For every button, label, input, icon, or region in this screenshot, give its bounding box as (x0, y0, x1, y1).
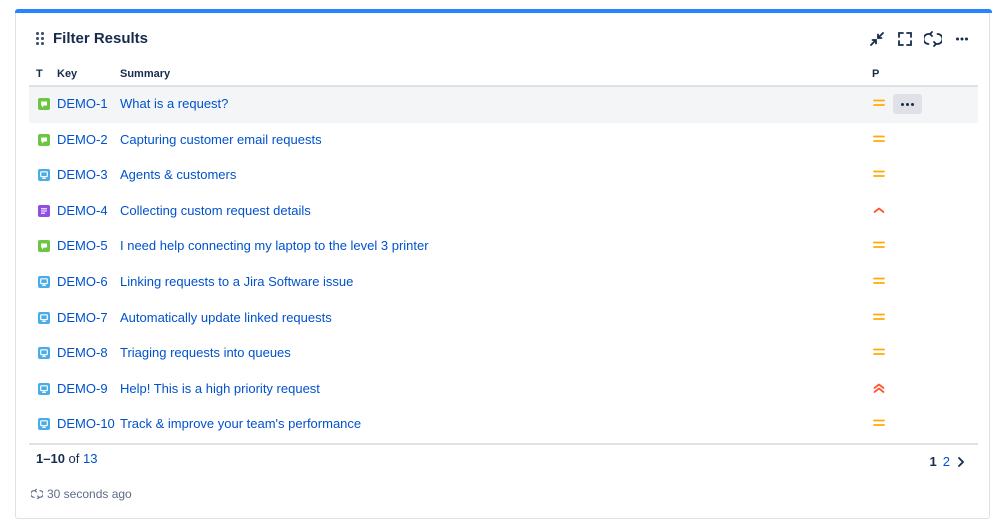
issue-key-link[interactable]: DEMO-2 (57, 131, 108, 148)
issue-key-link[interactable]: DEMO-6 (57, 273, 108, 290)
issue-summary-link[interactable]: I need help connecting my laptop to the … (120, 237, 429, 254)
priority-medium-icon (872, 416, 886, 430)
request-type-icon (38, 418, 50, 431)
column-type[interactable]: T (36, 68, 43, 80)
request-type-icon (38, 347, 50, 360)
issue-key-link[interactable]: DEMO-7 (57, 309, 108, 326)
table-row[interactable]: DEMO-1 What is a request? (29, 85, 978, 123)
issue-key-link[interactable]: DEMO-9 (57, 380, 108, 397)
last-refreshed: 30 seconds ago (31, 487, 132, 501)
result-total-link[interactable]: 13 (83, 451, 97, 466)
request-type-icon (38, 240, 50, 253)
priority-medium-icon (872, 238, 886, 252)
table-row[interactable]: DEMO-2 Capturing customer email requests (29, 123, 978, 159)
request-type-icon (38, 275, 50, 288)
priority-medium-icon (872, 310, 886, 324)
request-type-icon (38, 98, 50, 110)
issue-key-link[interactable]: DEMO-8 (57, 344, 108, 361)
refresh-icon[interactable] (923, 29, 943, 49)
results-table: DEMO-1 What is a request? DEMO-2 Capturi… (29, 85, 978, 443)
column-priority[interactable]: P (872, 68, 879, 80)
drag-handle-icon[interactable] (36, 32, 46, 46)
result-range: 1–10 (36, 451, 65, 466)
issue-key-link[interactable]: DEMO-5 (57, 237, 108, 254)
request-type-icon (38, 133, 50, 146)
priority-medium-icon (872, 274, 886, 288)
priority-highest-icon (872, 381, 886, 395)
issue-key-link[interactable]: DEMO-10 (57, 415, 115, 432)
request-type-icon (38, 204, 50, 217)
request-type-icon (38, 169, 50, 182)
page-1[interactable]: 1 (930, 454, 937, 469)
row-actions-button[interactable] (893, 94, 922, 114)
issue-summary-link[interactable]: Help! This is a high priority request (120, 380, 320, 397)
issue-summary-link[interactable]: Capturing customer email requests (120, 131, 322, 148)
column-summary[interactable]: Summary (120, 68, 170, 80)
priority-medium-icon (872, 345, 886, 359)
gadget-header: Filter Results (16, 29, 989, 51)
issue-summary-link[interactable]: Automatically update linked requests (120, 309, 332, 326)
issue-key-link[interactable]: DEMO-3 (57, 166, 108, 183)
priority-medium-icon (872, 96, 886, 110)
column-key[interactable]: Key (57, 68, 77, 80)
issue-summary-link[interactable]: Triaging requests into queues (120, 344, 291, 361)
issue-summary-link[interactable]: Track & improve your team's performance (120, 415, 361, 432)
issue-key-link[interactable]: DEMO-4 (57, 202, 108, 219)
priority-medium-icon (872, 167, 886, 181)
filter-results-gadget: Filter Results T Key Summary P DEMO-1 Wh… (15, 9, 992, 519)
request-type-icon (38, 311, 50, 324)
priority-high-icon (872, 203, 886, 217)
pagination: 1 2 (930, 454, 966, 469)
issue-key-link[interactable]: DEMO-1 (57, 95, 108, 112)
page-2[interactable]: 2 (943, 454, 950, 469)
issue-summary-link[interactable]: Linking requests to a Jira Software issu… (120, 273, 353, 290)
table-row[interactable]: DEMO-9 Help! This is a high priority req… (29, 372, 978, 408)
result-count: 1–10 of 13 (36, 451, 97, 466)
request-type-icon (38, 382, 50, 395)
table-row[interactable]: DEMO-10 Track & improve your team's perf… (29, 407, 978, 443)
result-of: of (68, 451, 80, 466)
priority-medium-icon (872, 132, 886, 146)
minimize-icon[interactable] (867, 29, 887, 49)
issue-summary-link[interactable]: Agents & customers (120, 166, 236, 183)
refresh-small-icon (31, 488, 43, 500)
last-refreshed-text: 30 seconds ago (47, 487, 132, 501)
next-page-icon[interactable] (956, 456, 966, 468)
column-headers: T Key Summary P (16, 68, 989, 84)
gadget-title: Filter Results (53, 30, 149, 47)
table-footer-divider (29, 443, 978, 445)
table-row[interactable]: DEMO-4 Collecting custom request details (29, 194, 978, 230)
more-icon[interactable] (952, 29, 972, 49)
table-row[interactable]: DEMO-3 Agents & customers (29, 158, 978, 194)
table-row[interactable]: DEMO-8 Triaging requests into queues (29, 336, 978, 372)
table-row[interactable]: DEMO-7 Automatically update linked reque… (29, 301, 978, 337)
table-row[interactable]: DEMO-6 Linking requests to a Jira Softwa… (29, 265, 978, 301)
issue-summary-link[interactable]: What is a request? (120, 95, 228, 112)
fullscreen-icon[interactable] (895, 29, 915, 49)
issue-summary-link[interactable]: Collecting custom request details (120, 202, 311, 219)
table-row[interactable]: DEMO-5 I need help connecting my laptop … (29, 229, 978, 265)
gadget-accent-bar (15, 9, 992, 13)
